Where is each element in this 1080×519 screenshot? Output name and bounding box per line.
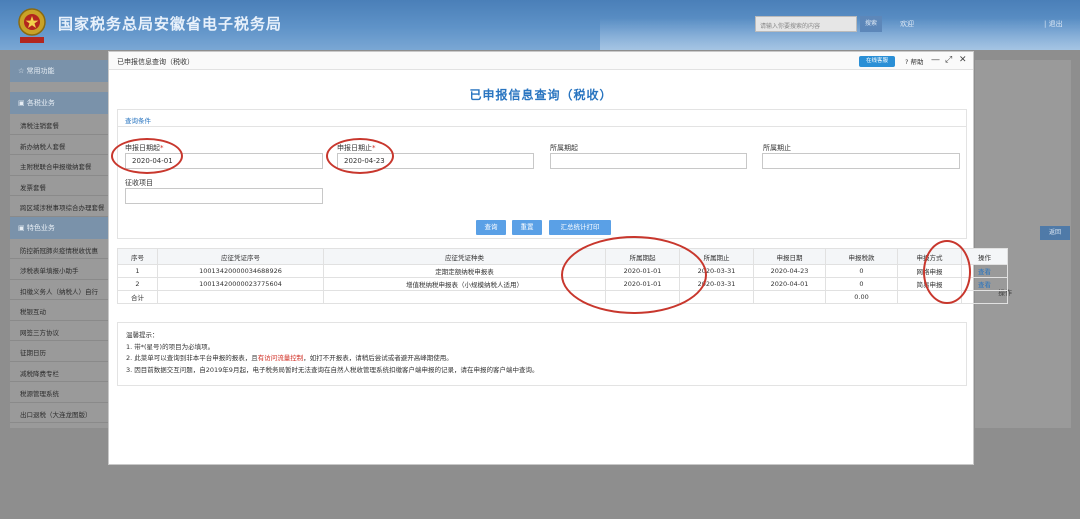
summary-print-button[interactable]: 汇总统计打印 — [549, 220, 611, 235]
dialog-title: 已申报信息查询（税收） — [117, 58, 194, 66]
help-label: 帮助 — [910, 58, 924, 66]
sidebar-item[interactable]: 税源管理系统 — [10, 382, 108, 403]
sidebar-item[interactable]: 扣缴义务人（纳税人）自行 — [10, 280, 108, 300]
tip-highlight: 有访问流量控制 — [257, 354, 304, 362]
sidebar-item[interactable]: 发票套餐 — [10, 176, 108, 196]
help-button[interactable]: ? 帮助 — [905, 56, 924, 66]
conditions-title: 查询条件 — [118, 110, 966, 127]
top-banner: 国家税务总局安徽省电子税务局 请输入你要搜索的内容 搜索 欢迎 | 退出 — [0, 0, 1080, 50]
page-title: 已申报信息查询（税收） — [469, 88, 613, 102]
sidebar-item[interactable]: 主附税联合申报缴纳套餐 — [10, 155, 108, 176]
welcome-text: 欢迎 — [900, 20, 914, 28]
table-cell: 2020-04-01 — [753, 277, 826, 291]
highlight-ring-period — [561, 236, 707, 314]
column-header: 申报税款 — [825, 248, 898, 265]
highlight-ring-date-from — [111, 138, 183, 174]
sidebar-section-label: 特色业务 — [26, 223, 55, 232]
query-button[interactable]: 查询 — [476, 220, 506, 235]
minimize-icon[interactable]: — — [931, 55, 940, 66]
column-header: 序号 — [117, 248, 158, 265]
total-row: 合计 0.00 — [117, 290, 1008, 304]
reset-button[interactable]: 重置 — [512, 220, 542, 235]
table-cell: 2020-04-23 — [753, 264, 826, 278]
search-input[interactable]: 请输入你要搜索的内容 — [755, 16, 857, 32]
sidebar-section-tax[interactable]: ▣ 各税业务 — [10, 92, 108, 114]
query-conditions-panel: 查询条件 申报日期起* 2020-04-01 申报日期止* 2020-04-23… — [117, 109, 967, 239]
sidebar-item[interactable]: 出口退税（大连龙图版） — [10, 403, 108, 423]
search-button[interactable]: 搜索 — [860, 16, 882, 32]
table-cell — [323, 290, 606, 304]
sidebar-section-special[interactable]: ▣ 特色业务 — [10, 216, 108, 239]
sidebar-section-common[interactable]: ☆ 常用功能 — [10, 60, 108, 82]
levy-item-field[interactable] — [125, 188, 323, 204]
table-cell: 10013420000023775604 — [157, 277, 324, 291]
period-to-label: 所属期止 — [763, 144, 791, 152]
total-label: 合计 — [117, 290, 158, 304]
table-cell: 10013420000034688926 — [157, 264, 324, 278]
back-button[interactable]: 返回 — [1040, 226, 1070, 240]
period-from-field[interactable] — [550, 153, 747, 169]
total-tax: 0.00 — [825, 290, 898, 304]
sidebar: ☆ 常用功能 ▣ 各税业务 清税注销套餐 新办纳税人套餐 主附税联合申报缴纳套餐 发票… — [10, 60, 108, 428]
column-header: 申报日期 — [753, 248, 826, 265]
table-cell: 1 — [117, 264, 158, 278]
tips-panel: 温馨提示： 1. 带*(星号)的项目为必填项。 2. 此菜单可以查询到非本平台申… — [117, 322, 967, 386]
sidebar-item[interactable]: 减税降费专栏 — [10, 362, 108, 382]
sidebar-item[interactable]: 网签三方协议 — [10, 321, 108, 341]
exit-link[interactable]: | 退出 — [1044, 19, 1063, 29]
column-header: 应征凭证种类 — [323, 248, 606, 265]
table-cell: 2 — [117, 277, 158, 291]
table-cell — [753, 290, 826, 304]
maximize-icon[interactable]: ⤢ — [945, 55, 952, 66]
tip-line-2: 2. 此菜单可以查询到非本平台申报的报表，且有访问流量控制，如打不开报表，请稍后… — [126, 353, 958, 365]
sidebar-item[interactable]: 清税注销套餐 — [10, 114, 108, 135]
sidebar-item[interactable]: 涉税表单填报小助手 — [10, 259, 108, 280]
background-content — [975, 60, 1071, 428]
tax-emblem-icon — [18, 8, 46, 43]
sidebar-item[interactable]: 跨区域涉税事项综合办理套餐 — [10, 196, 108, 217]
dialog-titlebar: 已申报信息查询（税收） 在线客服 ? 帮助 — ⤢ ✕ — [109, 52, 973, 70]
tips-title: 温馨提示： — [126, 331, 159, 339]
site-title: 国家税务总局安徽省电子税务局 — [58, 15, 283, 33]
table-cell — [961, 290, 1008, 304]
levy-item-label: 征收项目 — [125, 179, 153, 187]
sidebar-section-label: 常用功能 — [26, 67, 55, 75]
sidebar-item[interactable]: 税银互动 — [10, 300, 108, 321]
query-dialog: 已申报信息查询（税收） 在线客服 ? 帮助 — ⤢ ✕ 已申报信息查询（税收） … — [108, 51, 1008, 465]
table-cell: 0 — [825, 277, 898, 291]
tip-line-3: 3. 因目前数据交互问题，自2019年9月起，电子税务局暂时无法查询在自然人税收… — [126, 365, 539, 374]
tip-text: 2. 此菜单可以查询到非本平台申报的报表，且 — [126, 354, 258, 362]
tip-line-1: 1. 带*(星号)的项目为必填项。 — [126, 342, 215, 351]
highlight-ring-date-to — [326, 138, 394, 174]
column-header: 应征凭证序号 — [157, 248, 324, 265]
table-cell: 0 — [825, 264, 898, 278]
tip-text: ，如打不开报表，请稍后尝试或者避开高峰期使用。 — [303, 354, 453, 362]
sidebar-section-label: 各税业务 — [26, 99, 55, 107]
sidebar-item[interactable]: 新办纳税人套餐 — [10, 135, 108, 155]
close-icon[interactable]: ✕ — [959, 55, 967, 66]
online-service-button[interactable]: 在线客服 — [859, 56, 895, 67]
table-header-row: 序号 应征凭证序号 应征凭证种类 所属期起 所属期止 申报日期 申报税款 申报方式 操作 — [117, 248, 1008, 265]
period-to-field[interactable] — [762, 153, 960, 169]
sidebar-item[interactable]: 征期日历 — [10, 341, 108, 362]
period-from-label: 所属期起 — [550, 144, 578, 152]
sidebar-item[interactable]: 防控新冠肺炎疫情税收优惠 — [10, 239, 108, 259]
highlight-ring-action — [923, 240, 971, 304]
table-cell — [157, 290, 324, 304]
